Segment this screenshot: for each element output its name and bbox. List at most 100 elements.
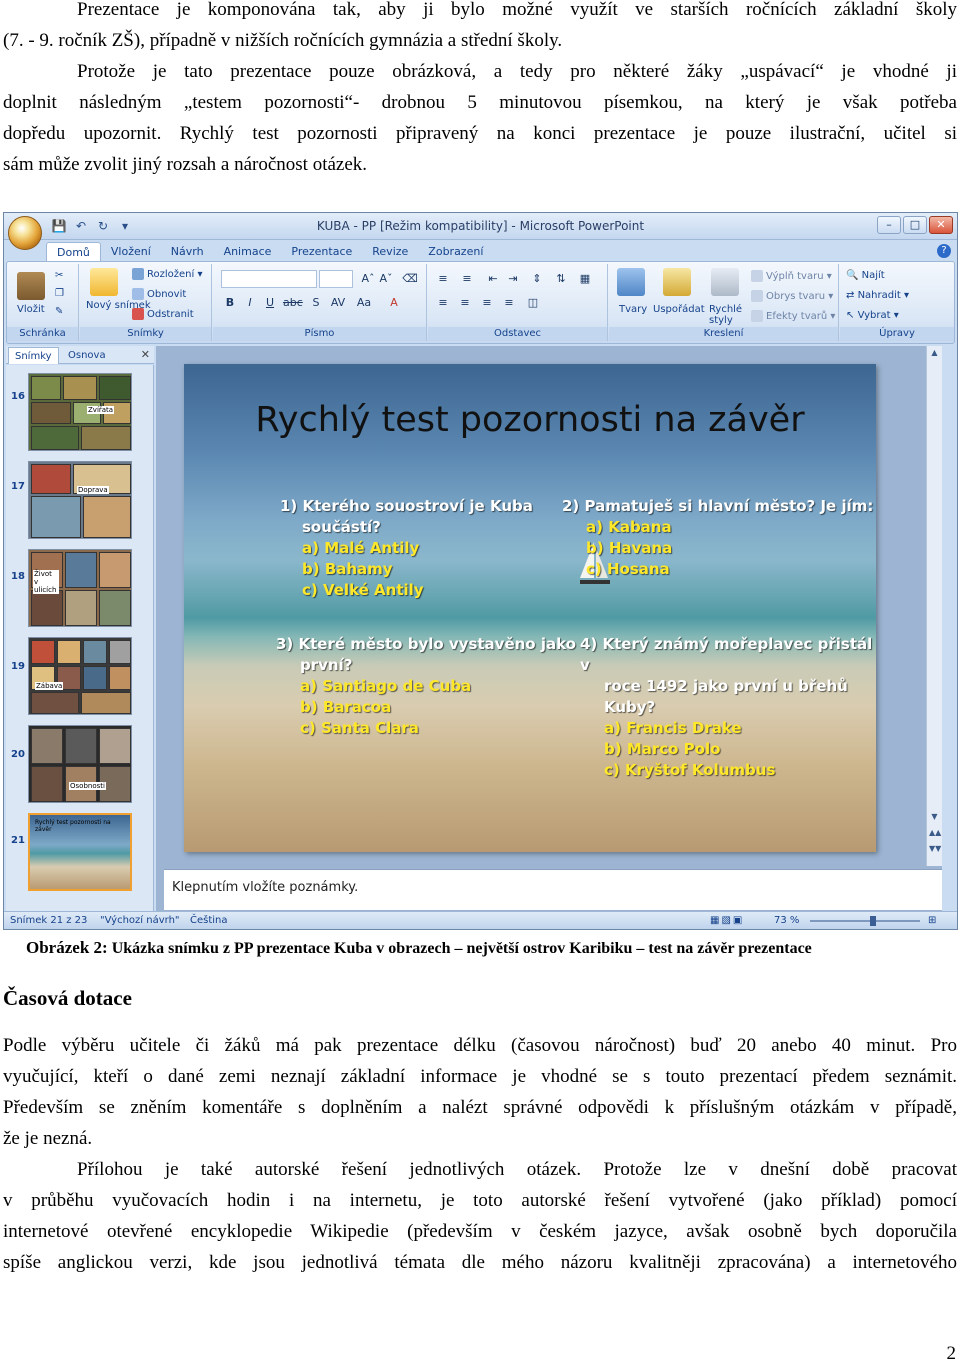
new-slide-icon[interactable]	[90, 268, 118, 296]
copy-icon[interactable]: ❐	[55, 288, 64, 299]
shape-fill-button[interactable]: Výplň tvaru ▾	[751, 270, 832, 282]
replace-icon: ⇄	[846, 290, 858, 301]
numbering-icon[interactable]: ≡	[458, 270, 476, 287]
office-button[interactable]	[8, 216, 42, 250]
tab-home[interactable]: Domů	[46, 242, 101, 262]
replace-button[interactable]: ⇄ Nahradit ▾	[846, 290, 909, 301]
maximize-button[interactable]: □	[903, 216, 927, 234]
quick-styles-button[interactable]: Rychlé styly	[709, 304, 743, 326]
vertical-scrollbar[interactable]: ▲ ▼ ▲▲ ▼▼	[926, 346, 942, 866]
delete-slide-button[interactable]: Odstranit	[132, 308, 194, 320]
close-pane-icon[interactable]: ✕	[141, 348, 150, 361]
smartart-icon[interactable]: ▦	[576, 270, 594, 287]
tab-insert[interactable]: Vložení	[101, 242, 161, 262]
effects-icon	[751, 310, 763, 322]
arrange-icon[interactable]	[663, 268, 691, 296]
italic-icon[interactable]: I	[241, 294, 259, 311]
intro-line: dopředu upozornit. Rychlý test pozornost…	[3, 123, 957, 144]
bullets-icon[interactable]: ≡	[434, 270, 452, 287]
align-center-icon[interactable]: ≡	[456, 294, 474, 311]
align-right-icon[interactable]: ≡	[478, 294, 496, 311]
strikethrough-icon[interactable]: abc	[283, 294, 303, 311]
slide-thumbnail[interactable]: Zvířata	[28, 373, 132, 451]
ribbon: Vložit ✂ ❐ ✎ Schránka Nový snímek Rozlož…	[6, 261, 955, 344]
arrange-button[interactable]: Uspořádat	[653, 304, 705, 315]
align-left-icon[interactable]: ≡	[434, 294, 452, 311]
view-buttons[interactable]: ▦▧▣	[710, 915, 744, 926]
body-line: spíše anglickou verzi, kde jsou jednotli…	[3, 1252, 957, 1273]
slides-pane: 16 Zvířata 17 Doprava 18 Život v ulicích…	[6, 365, 154, 911]
paste-icon[interactable]	[17, 272, 45, 300]
shadow-icon[interactable]: S	[307, 294, 325, 311]
shrink-font-icon[interactable]: Aˇ	[377, 270, 395, 287]
intro-line: sám může zvolit jiný rozsah a náročnost …	[3, 154, 368, 175]
slide-title: Rychlý test pozornosti na závěr	[255, 400, 805, 440]
layout-button[interactable]: Rozložení ▾	[132, 268, 202, 280]
increase-indent-icon[interactable]: ⇥	[504, 270, 522, 287]
next-slide-icon[interactable]: ▼▼	[929, 844, 941, 853]
spacing-icon[interactable]: AV	[329, 294, 347, 311]
tab-slideshow[interactable]: Prezentace	[281, 242, 362, 262]
slide-thumbnail[interactable]: Osobnosti	[28, 725, 132, 803]
shapes-icon[interactable]	[617, 268, 645, 296]
shapes-button[interactable]: Tvary	[619, 304, 647, 315]
slide-number: 18	[11, 571, 25, 582]
slide-thumbnail[interactable]: Doprava	[28, 461, 132, 539]
format-painter-icon[interactable]: ✎	[55, 306, 63, 317]
change-case-icon[interactable]: Aa	[355, 294, 373, 311]
quick-styles-icon[interactable]	[711, 268, 739, 296]
close-button[interactable]: ✕	[929, 216, 953, 234]
clear-format-icon[interactable]: ⌫	[401, 270, 419, 287]
question-4: 4) Který známý mořeplavec přistál v roce…	[580, 635, 873, 779]
tab-design[interactable]: Návrh	[161, 242, 214, 262]
columns-icon[interactable]: ◫	[524, 294, 542, 311]
cut-icon[interactable]: ✂	[55, 270, 63, 281]
powerpoint-screenshot: 💾 ↶ ↻ ▾ KUBA - PP [Režim kompatibility] …	[3, 212, 958, 930]
group-clipboard: Vložit ✂ ❐ ✎ Schránka	[7, 264, 79, 341]
line-spacing-icon[interactable]: ⇕	[528, 270, 546, 287]
text-direction-icon[interactable]: ⇅	[552, 270, 570, 287]
slide-thumbnail[interactable]: Zábava	[28, 637, 132, 715]
caption-label: Obrázek 2:	[26, 938, 108, 957]
find-button[interactable]: 🔍 Najít	[846, 270, 885, 281]
tab-review[interactable]: Revize	[362, 242, 418, 262]
slide-number: 17	[11, 481, 25, 492]
paste-button[interactable]: Vložit	[17, 304, 45, 315]
bold-icon[interactable]: B	[221, 294, 239, 311]
minimize-button[interactable]: –	[877, 216, 901, 234]
shape-effects-button[interactable]: Efekty tvarů ▾	[751, 310, 835, 322]
body-line: vyučující, kteří o dané zemi neznají zák…	[3, 1066, 957, 1087]
zoom-thumb[interactable]	[870, 916, 876, 926]
fit-window-icon[interactable]: ⊞	[928, 915, 936, 926]
group-label: Kreslení	[609, 327, 838, 341]
reset-icon	[132, 288, 144, 300]
shape-outline-button[interactable]: Obrys tvaru ▾	[751, 290, 833, 302]
justify-icon[interactable]: ≡	[500, 294, 518, 311]
ribbon-tabs: Domů Vložení Návrh Animace Prezentace Re…	[46, 242, 493, 262]
intro-line: doplnit následným „testem pozornosti“- d…	[3, 92, 957, 113]
decrease-indent-icon[interactable]: ⇤	[484, 270, 502, 287]
scroll-up-icon[interactable]: ▲	[929, 348, 940, 357]
tab-outline[interactable]: Osnova	[62, 347, 112, 364]
tab-animations[interactable]: Animace	[214, 242, 282, 262]
fill-icon	[751, 270, 763, 282]
zoom-level[interactable]: 73 %	[774, 915, 799, 926]
grow-font-icon[interactable]: Aˆ	[359, 270, 377, 287]
previous-slide-icon[interactable]: ▲▲	[929, 828, 941, 837]
tab-view[interactable]: Zobrazení	[418, 242, 493, 262]
font-size-combo[interactable]	[319, 270, 353, 288]
select-button[interactable]: ↖ Vybrat ▾	[846, 310, 899, 321]
scroll-down-icon[interactable]: ▼	[929, 812, 940, 821]
tab-slides[interactable]: Snímky	[8, 347, 59, 364]
notes-pane[interactable]: Klepnutím vložíte poznámky.	[164, 869, 942, 910]
font-name-combo[interactable]	[221, 270, 317, 288]
font-color-icon[interactable]: A	[385, 294, 403, 311]
zoom-slider[interactable]	[810, 916, 920, 926]
group-label: Úpravy	[840, 327, 954, 341]
language-status[interactable]: Čeština	[190, 915, 228, 926]
slide-thumbnail[interactable]: Život v ulicích	[28, 549, 132, 627]
slide-thumbnail-selected[interactable]: Rychlý test pozornosti na závěr	[28, 813, 132, 891]
underline-icon[interactable]: U	[261, 294, 279, 311]
help-icon[interactable]: ?	[937, 244, 951, 258]
reset-button[interactable]: Obnovit	[132, 288, 186, 300]
